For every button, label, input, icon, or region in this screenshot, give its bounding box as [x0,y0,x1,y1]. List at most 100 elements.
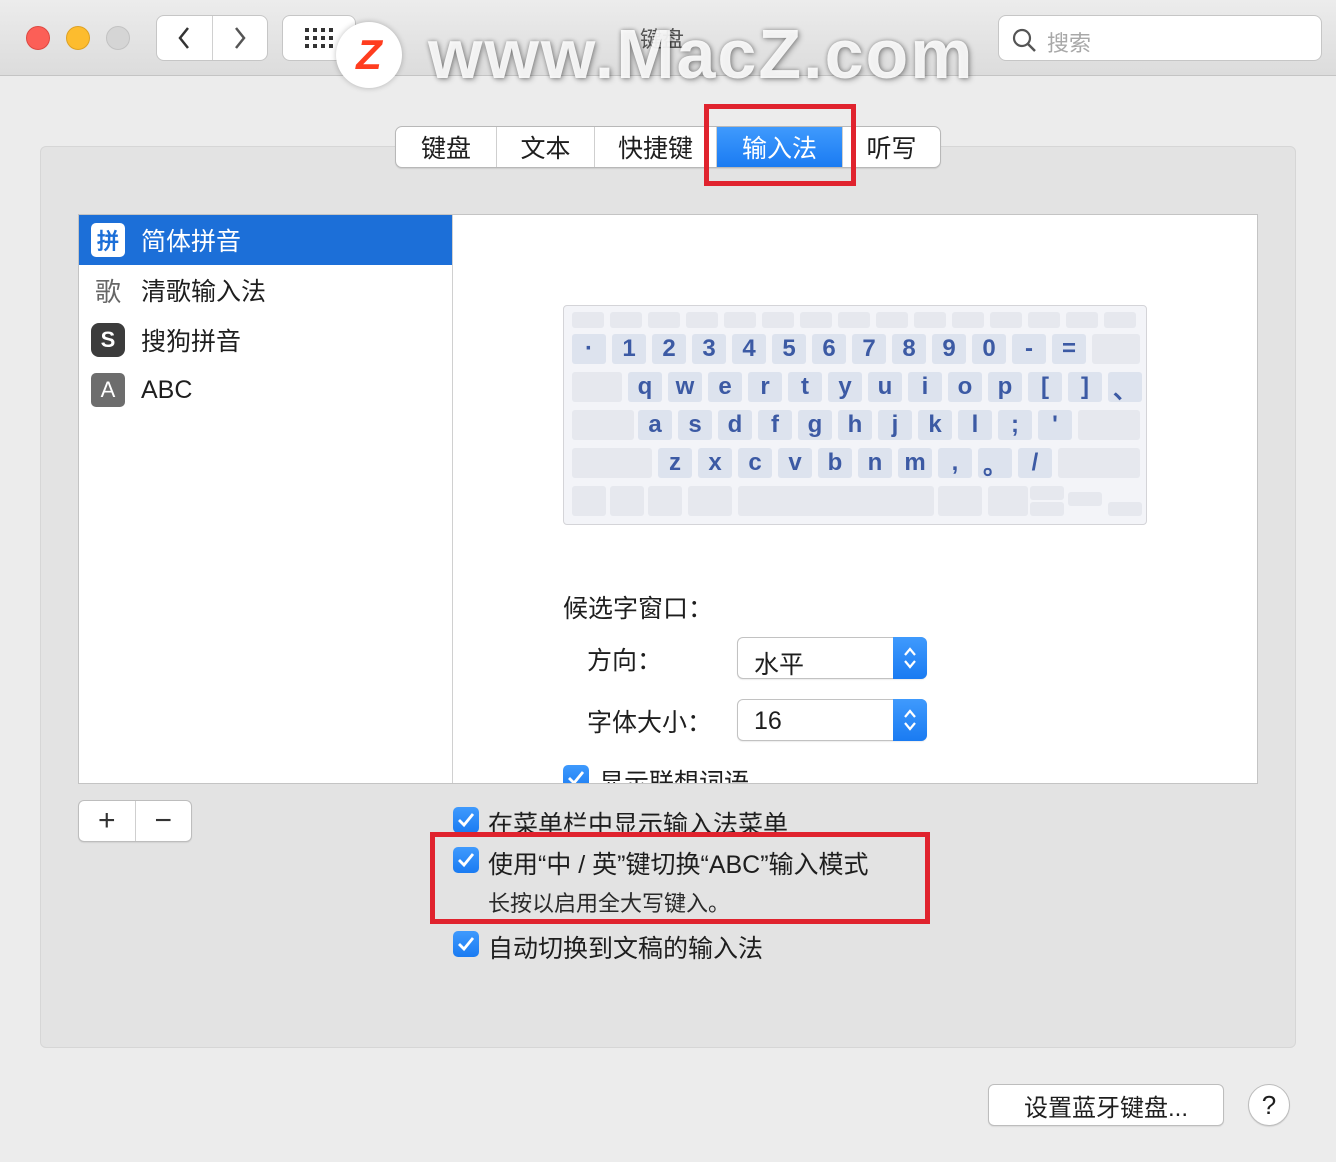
font-size-label: 字体大小： [587,709,713,737]
keyboard-key-blank [1092,334,1140,364]
keyboard-key: e [708,372,742,402]
keyboard-key-blank [762,312,794,328]
keyboard-key: 8 [892,334,926,364]
auto-switch-checkbox[interactable] [453,931,479,957]
keyboard-key: o [948,372,982,402]
checkmark-icon [458,937,475,952]
minimize-window-button[interactable] [66,26,90,50]
keyboard-key: b [818,448,852,478]
keyboard-key: l [958,410,992,440]
back-button[interactable] [157,16,212,60]
input-source-item-abc[interactable]: A ABC [79,365,452,415]
keyboard-key: = [1052,334,1086,364]
abc-icon: A [91,373,125,407]
keyboard-key-blank [572,448,652,478]
keyboard-key: v [778,448,812,478]
input-source-label: 清歌输入法 [141,278,267,306]
updown-arrows-icon [893,699,927,741]
tab-highlight-box [704,104,856,186]
keyboard-key-blank [572,410,634,440]
keyboard-key: c [738,448,772,478]
keyboard-key: x [698,448,732,478]
zoom-window-button[interactable] [106,26,130,50]
keyboard-key-blank [1066,312,1098,328]
input-source-item-qingge[interactable]: 歌 清歌输入法 [79,265,452,315]
keyboard-key: w [668,372,702,402]
direction-label: 方向： [587,647,663,675]
keyboard-key: 4 [732,334,766,364]
keyboard-key: 2 [652,334,686,364]
direction-popup[interactable]: 水平 [737,637,927,679]
keyboard-key-blank [876,312,908,328]
chevron-right-icon [234,27,246,49]
keyboard-key-blank [724,312,756,328]
predictive-checkbox[interactable] [563,765,589,783]
keyboard-key: p [988,372,1022,402]
help-button[interactable]: ? [1248,1084,1290,1126]
keyboard-key: g [798,410,832,440]
keyboard-key: 、 [1108,372,1142,404]
pinyin-icon: 拼 [91,223,125,257]
keyboard-key-blank [914,312,946,328]
close-window-button[interactable] [26,26,50,50]
tab-text[interactable]: 文本 [496,127,594,167]
keyboard-key-blank [1058,448,1140,478]
input-source-list: 拼 简体拼音 歌 清歌输入法 S 搜狗拼音 A ABC [79,215,453,783]
candidate-window-heading: 候选字窗口： [563,595,714,623]
keyboard-key: y [828,372,862,402]
remove-input-source-button[interactable]: − [134,801,192,841]
keyboard-key: q [628,372,662,402]
search-icon [1012,28,1036,52]
predictive-option-clipped: 显示联想词语 [563,763,813,783]
show-menu-checkbox[interactable] [453,807,479,833]
input-source-item-pinyin[interactable]: 拼 简体拼音 [79,215,452,265]
keyboard-key-blank [572,372,622,402]
keyboard-key-blank [952,312,984,328]
watermark-logo-letter: Z [356,31,382,78]
tab-shortcuts[interactable]: 快捷键 [594,127,716,167]
keyboard-key-blank [572,312,604,328]
keyboard-key: 3 [692,334,726,364]
checkmark-icon [568,771,585,783]
keyboard-key-blank [1068,492,1102,506]
add-remove-buttons: + − [78,800,192,842]
keyboard-key: 5 [772,334,806,364]
input-source-label: 搜狗拼音 [141,328,242,356]
search-placeholder: 搜索 [1047,31,1092,56]
keyboard-key: u [868,372,902,402]
setup-bluetooth-keyboard-button[interactable]: 设置蓝牙键盘... [988,1084,1224,1126]
add-input-source-button[interactable]: + [79,801,135,841]
tab-bar: 键盘 文本 快捷键 输入法 听写 [395,126,941,168]
keyboard-key-blank [688,486,732,516]
keyboard-key: ; [998,410,1032,440]
keyboard-key: 6 [812,334,846,364]
option-highlight-box [430,832,930,924]
keyboard-key-blank [610,486,644,516]
forward-button[interactable] [211,16,268,60]
keyboard-key: a [638,410,672,440]
keyboard-key-blank [648,312,680,328]
keyboard-key-blank [1030,502,1064,516]
keyboard-key-blank [838,312,870,328]
keyboard-key: f [758,410,792,440]
keyboard-key-blank [990,312,1022,328]
font-size-popup[interactable]: 16 [737,699,927,741]
tab-dictation[interactable]: 听写 [842,127,940,167]
direction-value: 水平 [754,651,805,679]
keyboard-key-blank [938,486,982,516]
input-source-label: ABC [141,375,193,404]
input-source-label: 简体拼音 [141,228,242,256]
tab-keyboard[interactable]: 键盘 [396,127,496,167]
keyboard-key-blank [610,312,642,328]
keyboard-key-blank [988,486,1028,516]
keyboard-key: , [938,448,972,478]
keyboard-key-blank [738,486,934,516]
keyboard-key: / [1018,448,1052,478]
keyboard-key: 。 [978,448,1012,480]
keyboard-key: i [908,372,942,402]
keyboard-key: s [678,410,712,440]
keyboard-key-blank [686,312,718,328]
keyboard-key: n [858,448,892,478]
input-source-item-sogou[interactable]: S 搜狗拼音 [79,315,452,365]
search-field[interactable]: 搜索 [998,15,1322,61]
